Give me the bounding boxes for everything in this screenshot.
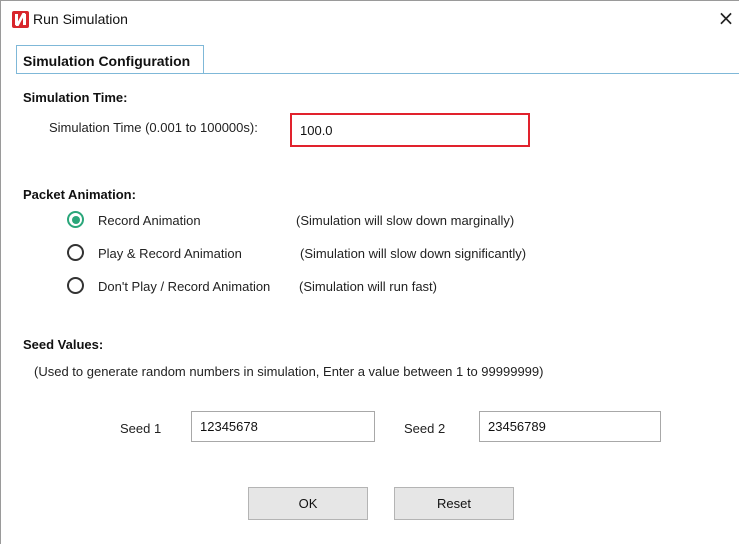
record-animation-note: (Simulation will slow down marginally) bbox=[296, 213, 515, 228]
netsim-logo-icon bbox=[12, 11, 29, 28]
play-record-animation-label: Play & Record Animation bbox=[98, 246, 242, 261]
simulation-time-label: Simulation Time (0.001 to 100000s): bbox=[49, 120, 258, 135]
tab-divider bbox=[16, 73, 739, 74]
seed2-label: Seed 2 bbox=[404, 421, 446, 436]
dont-play-record-animation-label: Don't Play / Record Animation bbox=[98, 279, 271, 294]
play-record-animation-radio[interactable] bbox=[67, 244, 84, 261]
seed-values-heading: Seed Values: bbox=[23, 337, 104, 352]
tab-simulation-configuration[interactable]: Simulation Configuration bbox=[16, 45, 204, 73]
ok-button[interactable]: OK bbox=[248, 487, 368, 520]
window-title: Run Simulation bbox=[33, 11, 128, 27]
close-icon[interactable]: × bbox=[715, 7, 737, 29]
seed2-input[interactable] bbox=[479, 411, 661, 442]
reset-button[interactable]: Reset bbox=[394, 487, 514, 520]
record-animation-label: Record Animation bbox=[98, 213, 201, 228]
seed1-label: Seed 1 bbox=[120, 421, 162, 436]
run-simulation-dialog: Run Simulation × Simulation Configuratio… bbox=[0, 0, 739, 544]
title-bar: Run Simulation × bbox=[1, 1, 739, 35]
play-record-animation-note: (Simulation will slow down significantly… bbox=[300, 246, 527, 261]
simulation-time-input[interactable] bbox=[290, 113, 530, 147]
seed1-input[interactable] bbox=[191, 411, 375, 442]
dont-play-record-animation-note: (Simulation will run fast) bbox=[299, 279, 437, 294]
record-animation-radio[interactable] bbox=[67, 211, 84, 228]
packet-animation-heading: Packet Animation: bbox=[23, 187, 136, 202]
seed-values-description: (Used to generate random numbers in simu… bbox=[34, 364, 544, 379]
dont-play-record-animation-radio[interactable] bbox=[67, 277, 84, 294]
simulation-time-heading: Simulation Time: bbox=[23, 90, 128, 105]
